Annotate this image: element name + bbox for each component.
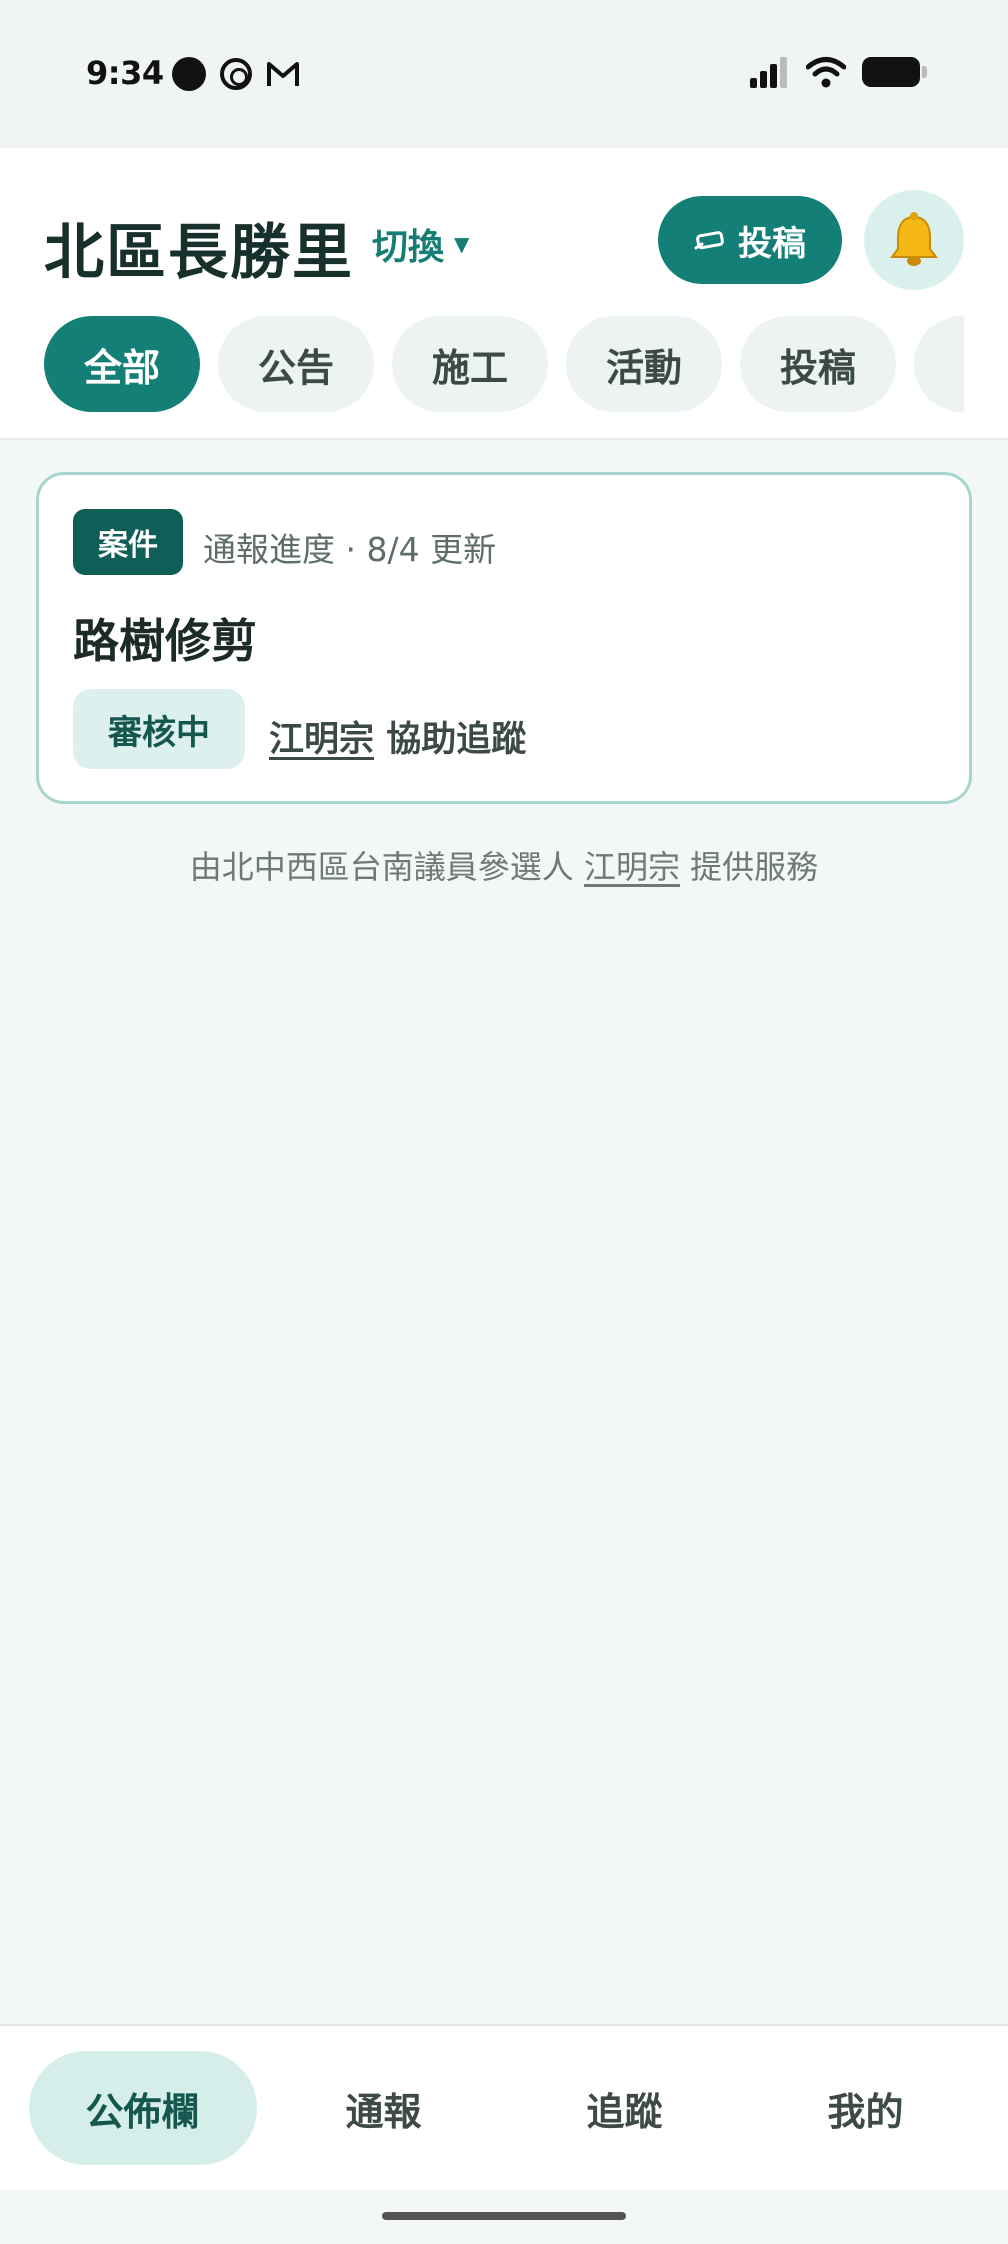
notification-button[interactable] (864, 190, 964, 290)
status-bar: 9:34 (0, 0, 1008, 148)
status-badge: 審核中 (73, 689, 245, 769)
nav-report[interactable]: 通報 (270, 2051, 498, 2165)
status-icons-left (172, 57, 300, 91)
bottom-nav: 公佈欄 通報 追蹤 我的 (0, 2024, 1008, 2190)
gmail-icon (266, 59, 300, 89)
assignee-link[interactable]: 江明宗 (269, 720, 374, 760)
signal-icon (750, 57, 787, 88)
case-card[interactable]: 案件 通報進度 · 8/4 更新 路樹修剪 審核中 江明宗 協助追蹤 (36, 472, 972, 804)
tab-construction[interactable]: 施工 (392, 316, 548, 412)
service-provider-link[interactable]: 江明宗 (584, 848, 680, 886)
status-icons-right (750, 56, 927, 88)
case-title: 路樹修剪 (73, 614, 257, 668)
switch-village-button[interactable]: 切換 ▼ (372, 218, 469, 270)
case-meta: 通報進度 · 8/4 更新 (203, 530, 497, 569)
wifi-icon (806, 57, 846, 88)
pencil-icon (694, 231, 724, 250)
home-indicator[interactable] (382, 2212, 626, 2220)
tab-announcement[interactable]: 公告 (218, 316, 374, 412)
battery-icon (862, 57, 927, 87)
bell-icon (890, 212, 938, 266)
swirl-app-icon (220, 58, 252, 90)
service-note-suffix: 提供服務 (680, 848, 819, 886)
service-note: 由北中西區台南議員參選人 江明宗 提供服務 (0, 842, 1008, 888)
assist-suffix: 協助追蹤 (374, 720, 527, 760)
tab-all[interactable]: 全部 (44, 316, 200, 412)
switch-label: 切換 (372, 227, 445, 268)
tab-cases[interactable]: 案 (914, 316, 964, 412)
tab-submissions[interactable]: 投稿 (740, 316, 896, 412)
category-tabs: 全部 公告 施工 活動 投稿 案 (44, 316, 964, 416)
post-button-label: 投稿 (738, 223, 806, 264)
tab-events[interactable]: 活動 (566, 316, 722, 412)
header: 北區長勝里 切換 ▼ 投稿 全部 公告 施工 活動 投稿 案 (0, 148, 1008, 440)
assist-text: 江明宗 協助追蹤 (269, 711, 526, 762)
nav-profile[interactable]: 我的 (752, 2051, 980, 2165)
case-tag: 案件 (73, 509, 183, 575)
nav-tracking[interactable]: 追蹤 (511, 2051, 739, 2165)
caret-down-icon: ▼ (454, 232, 470, 256)
service-note-prefix: 由北中西區台南議員參選人 (189, 848, 584, 886)
status-time: 9:34 (86, 54, 164, 92)
notification-dot-icon (172, 57, 206, 91)
nav-bulletin[interactable]: 公佈欄 (28, 2051, 257, 2165)
post-button[interactable]: 投稿 (658, 196, 842, 284)
page-title: 北區長勝里 (44, 218, 354, 288)
